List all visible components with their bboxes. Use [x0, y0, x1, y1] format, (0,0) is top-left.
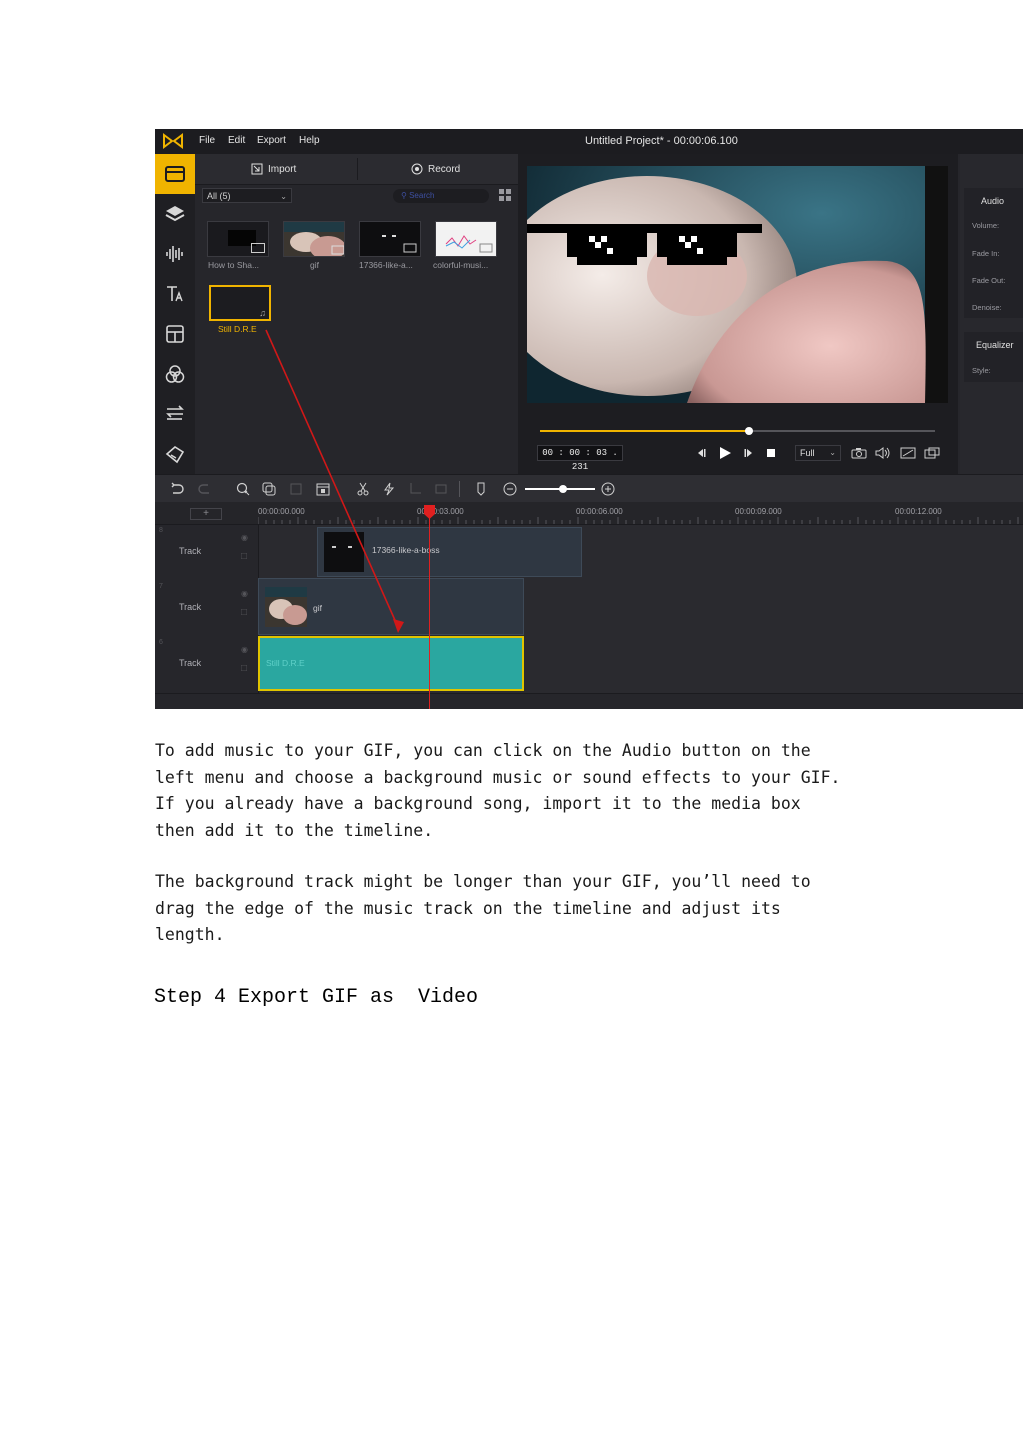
paragraph-line: left menu and choose a background music …	[155, 767, 841, 787]
paragraph-line: then add it to the timeline.	[155, 821, 434, 841]
paragraph-line: drag the edge of the music track on the …	[155, 898, 781, 918]
paragraph-track-length: The background track might be longer tha…	[155, 869, 811, 949]
annotation-arrow	[265, 329, 404, 633]
paragraph-line: To add music to your GIF, you can click …	[155, 741, 811, 760]
paragraph-audio-instructions: To add music to your GIF, you can click …	[155, 738, 840, 845]
paragraph-line: The background track might be longer tha…	[155, 872, 811, 891]
paragraph-line: If you already have a background song, i…	[155, 794, 801, 814]
paragraph-line: length.	[155, 925, 225, 945]
editor-screenshot: File Edit Export Help Untitled Project* …	[155, 129, 1023, 709]
step-heading: Step 4 Export GIF as Video	[154, 986, 479, 1009]
